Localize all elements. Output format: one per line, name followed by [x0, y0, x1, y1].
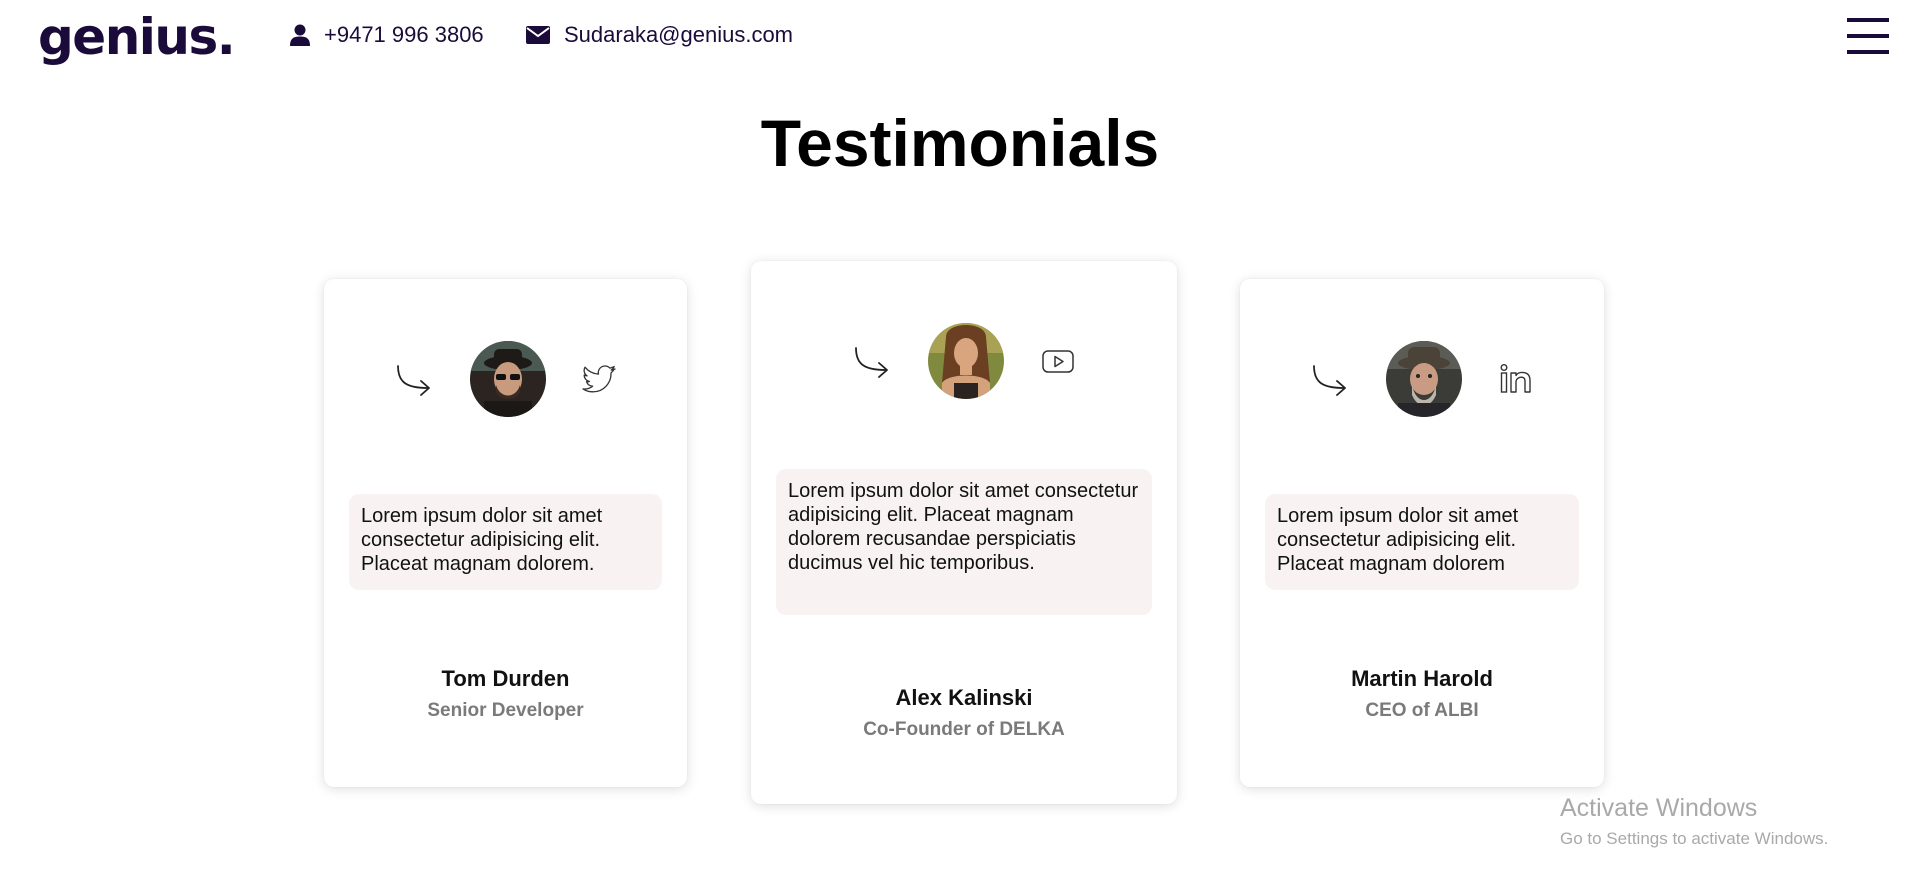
person-name: Martin Harold [1351, 666, 1493, 691]
curved-arrow-icon [396, 365, 430, 396]
curved-arrow-icon [855, 347, 888, 378]
avatar [469, 341, 546, 417]
person-role: Co-Founder of DELKA [863, 719, 1065, 740]
logo[interactable]: genius. [38, 8, 236, 66]
hamburger-menu-icon[interactable] [1847, 18, 1889, 54]
avatar [928, 323, 1004, 399]
testimonial-card: Lorem ipsum dolor sit amet consectetur a… [1240, 279, 1604, 787]
person-name: Alex Kalinski [895, 685, 1033, 710]
avatar [1386, 341, 1462, 417]
page-title: Testimonials [760, 106, 1160, 180]
windows-activation-watermark: Activate Windows Go to Settings to activ… [1560, 794, 1828, 849]
testimonial-quote: Lorem ipsum dolor sit amet consectetur a… [349, 494, 662, 590]
testimonial-card: Lorem ipsum dolor sit amet consectetur a… [324, 279, 687, 787]
phone-number: +9471 996 3806 [324, 22, 484, 47]
watermark-title: Activate Windows [1560, 794, 1758, 822]
person-role: Senior Developer [427, 700, 584, 721]
person-info: Alex Kalinski Co-Founder of DELKA [751, 685, 1177, 741]
testimonial-quote: Lorem ipsum dolor sit amet consectetur a… [776, 469, 1152, 615]
card-icons [1240, 341, 1604, 417]
person-info: Tom Durden Senior Developer [324, 666, 687, 722]
curved-arrow-icon [1313, 365, 1346, 396]
card-icons [324, 341, 687, 417]
email-address: Sudaraka@genius.com [564, 22, 794, 47]
site-header: genius. +9471 996 3806 Sudaraka@genius.c… [0, 0, 1920, 80]
twitter-icon[interactable] [581, 361, 618, 397]
person-name: Tom Durden [441, 666, 570, 691]
linkedin-icon[interactable] [1498, 361, 1534, 397]
phone-contact[interactable]: +9471 996 3806 [290, 22, 484, 48]
youtube-icon[interactable] [1040, 343, 1076, 379]
email-contact[interactable]: Sudaraka@genius.com [526, 22, 793, 48]
watermark-subtitle: Go to Settings to activate Windows. [1560, 829, 1829, 848]
testimonial-card: Lorem ipsum dolor sit amet consectetur a… [751, 261, 1177, 804]
envelope-icon [526, 26, 550, 44]
person-info: Martin Harold CEO of ALBI [1240, 666, 1604, 722]
card-icons [751, 323, 1177, 399]
person-role: CEO of ALBI [1365, 700, 1479, 721]
testimonial-quote: Lorem ipsum dolor sit amet consectetur a… [1265, 494, 1579, 590]
user-icon [290, 24, 310, 46]
